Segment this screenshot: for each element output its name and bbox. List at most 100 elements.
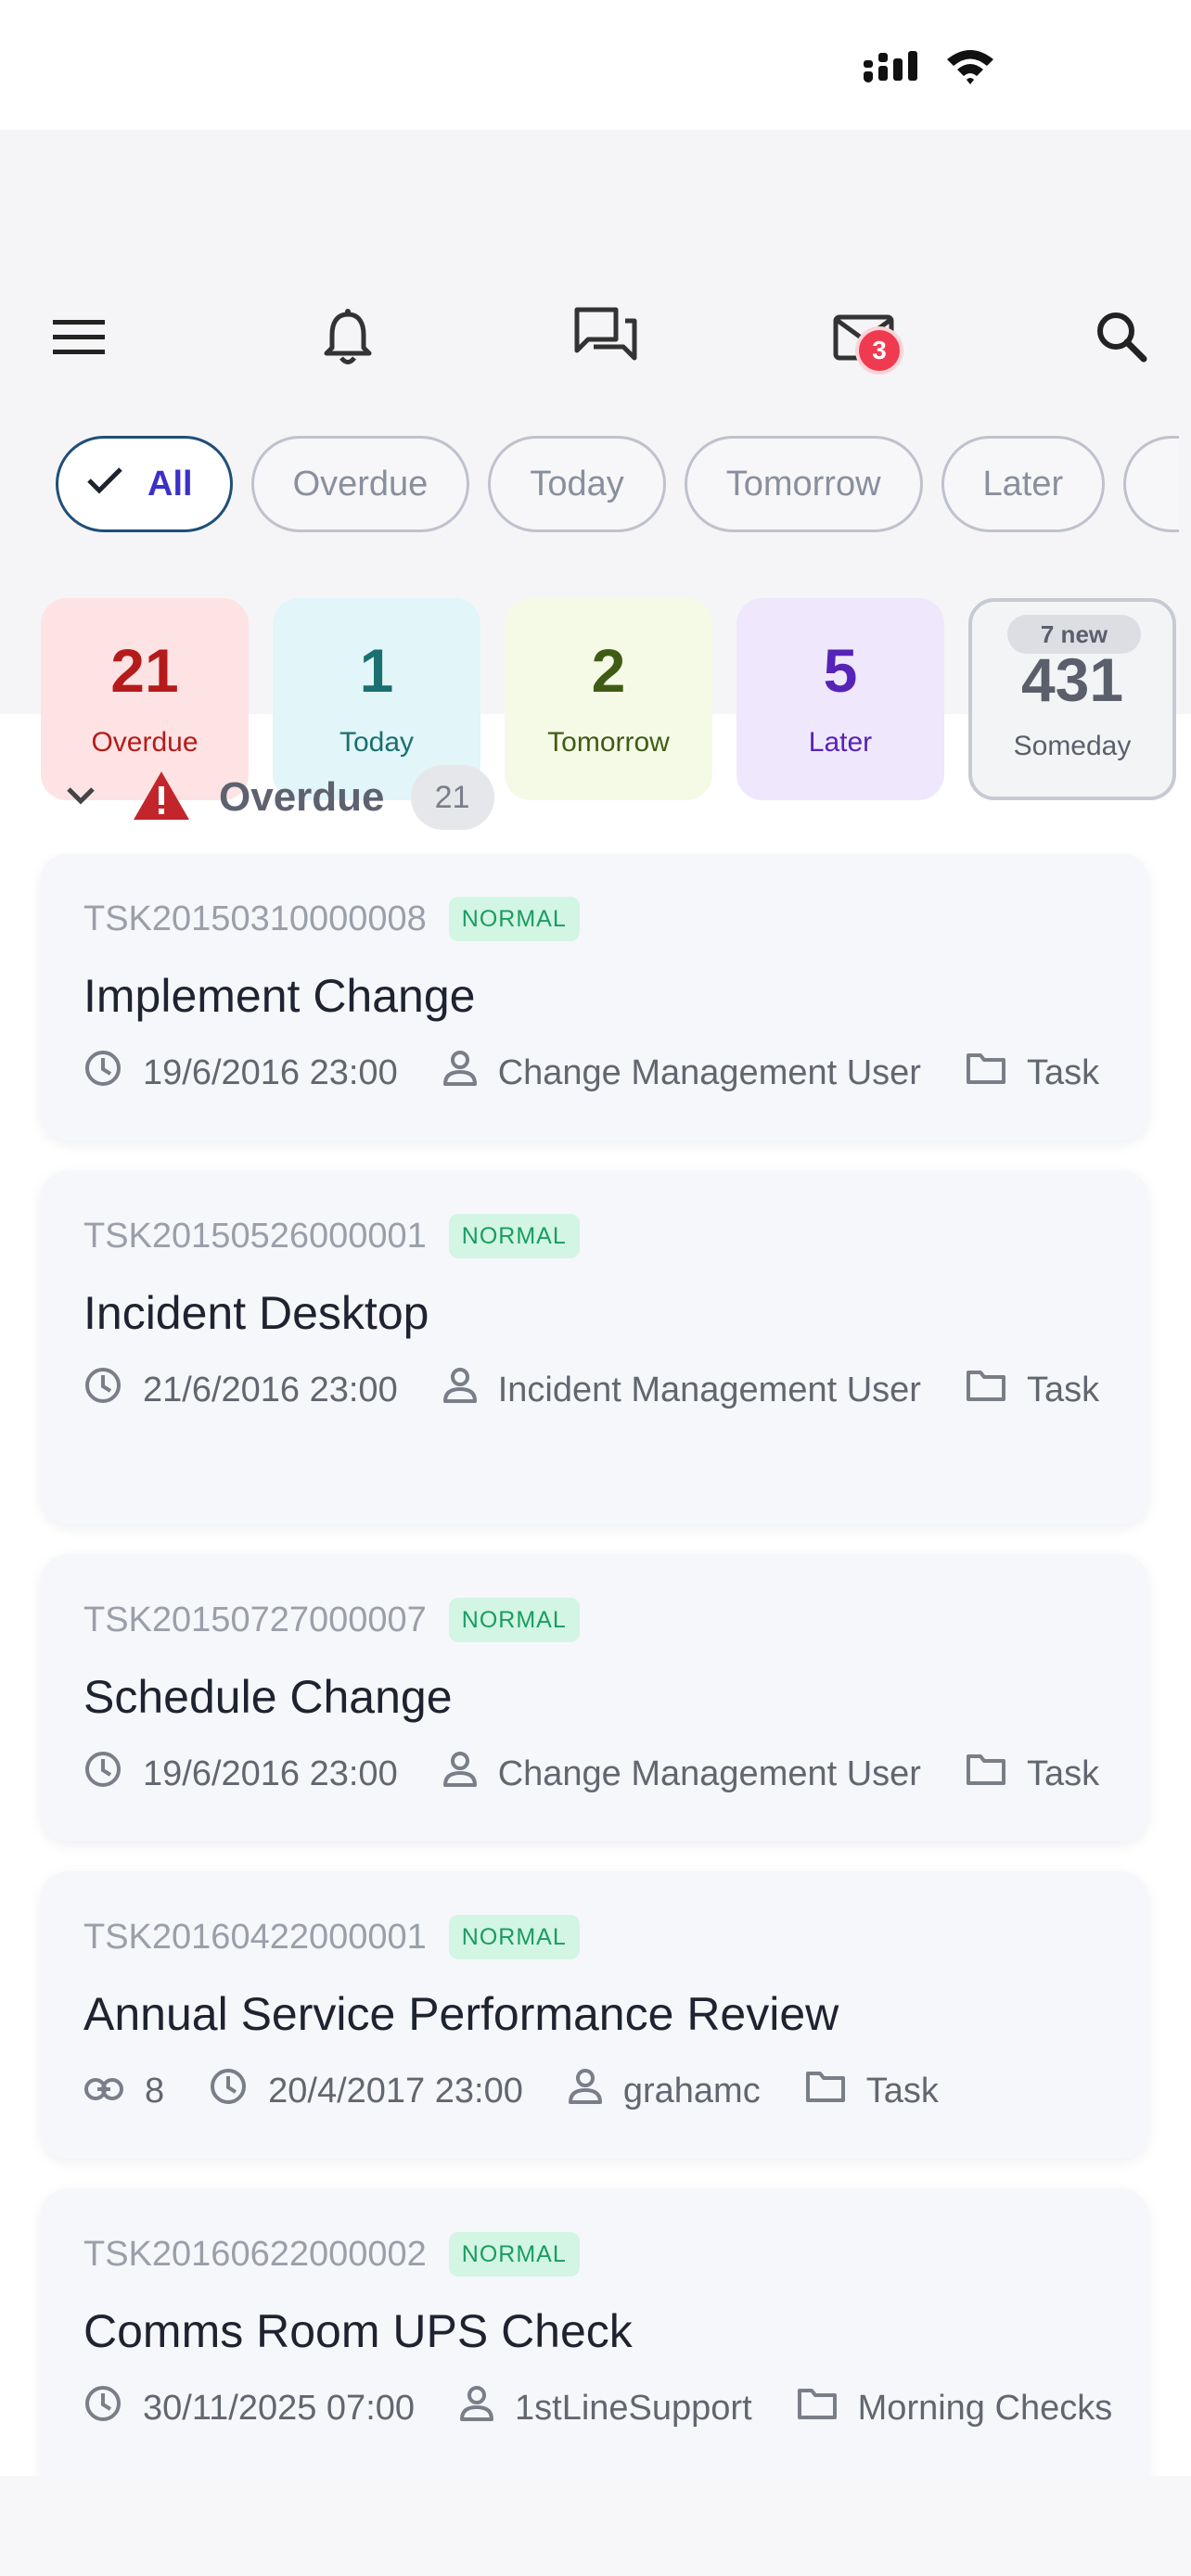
bottom-bar bbox=[0, 2476, 1191, 2576]
category-text: Task bbox=[1026, 1052, 1100, 1092]
inbox-button[interactable]: 3 bbox=[822, 297, 905, 380]
clock-icon bbox=[83, 1366, 143, 1414]
person-icon bbox=[442, 1050, 498, 1096]
folder-icon bbox=[966, 1753, 1027, 1795]
filter-chip-all[interactable]: All bbox=[56, 436, 233, 532]
assignee: Incident Management User bbox=[442, 1368, 921, 1411]
summary-card-tomorrow[interactable]: 2 Tomorrow bbox=[505, 598, 712, 800]
summary-card-later[interactable]: 5 Later bbox=[736, 598, 944, 800]
summary-card-someday[interactable]: 7 new 431 Someday bbox=[968, 598, 1176, 800]
due-date: 19/6/2016 23:00 bbox=[83, 1752, 398, 1795]
priority-badge: NORMAL bbox=[448, 1598, 580, 1642]
link-icon bbox=[83, 2072, 145, 2111]
summary-label: Tomorrow bbox=[547, 727, 670, 758]
task-id: TSK20150310000008 bbox=[83, 899, 427, 938]
assignee: grahamc bbox=[568, 2068, 761, 2114]
filter-chip-later[interactable]: Later bbox=[941, 436, 1106, 532]
summary-label: Someday bbox=[1013, 731, 1132, 761]
clock-icon bbox=[83, 2384, 143, 2432]
assignee: Change Management User bbox=[442, 1050, 921, 1096]
warning-icon bbox=[132, 770, 191, 826]
task-title: Annual Service Performance Review bbox=[83, 1988, 839, 2040]
bell-icon bbox=[322, 307, 374, 371]
category: Task bbox=[966, 1753, 1099, 1795]
filter-chip-label: Tomorrow bbox=[725, 464, 881, 504]
folder-icon bbox=[966, 1052, 1027, 1094]
filter-chip-today[interactable]: Today bbox=[488, 436, 666, 532]
filter-chip-more[interactable] bbox=[1123, 436, 1180, 532]
due-date-text: 19/6/2016 23:00 bbox=[143, 1052, 398, 1092]
clock-icon bbox=[209, 2067, 268, 2115]
assignee: Change Management User bbox=[442, 1751, 921, 1797]
filter-chip-label: Today bbox=[530, 464, 624, 504]
wifi-icon bbox=[944, 46, 996, 90]
task-title: Comms Room UPS Check bbox=[83, 2305, 633, 2357]
chat-bubbles-icon bbox=[573, 306, 638, 372]
task-title: Implement Change bbox=[83, 970, 476, 1022]
task-card[interactable]: TSK20150526000001 NORMAL Incident Deskto… bbox=[41, 1170, 1148, 1524]
filter-chip-label: Overdue bbox=[292, 464, 429, 504]
summary-count: 2 bbox=[591, 636, 626, 705]
summary-count: 431 bbox=[1020, 645, 1124, 714]
menu-button[interactable] bbox=[37, 297, 121, 380]
filter-chip-tomorrow[interactable]: Tomorrow bbox=[684, 436, 923, 532]
task-card[interactable]: TSK20150310000008 NORMAL Implement Chang… bbox=[41, 853, 1148, 1141]
filter-chips: All Overdue Today Tomorrow Later bbox=[56, 436, 1180, 532]
task-list: TSK20150310000008 NORMAL Implement Chang… bbox=[0, 853, 1191, 2476]
due-date-text: 21/6/2016 23:00 bbox=[143, 1370, 398, 1409]
task-id: TSK20150727000007 bbox=[83, 1600, 427, 1639]
task-card[interactable]: TSK20150727000007 NORMAL Schedule Change… bbox=[41, 1554, 1148, 1842]
due-date-text: 30/11/2025 07:00 bbox=[143, 2388, 416, 2428]
assignee-text: Change Management User bbox=[497, 1052, 921, 1092]
task-id: TSK20150526000001 bbox=[83, 1216, 427, 1256]
filter-chip-label: All bbox=[147, 464, 193, 504]
toolbar: 3 bbox=[0, 297, 1191, 380]
search-button[interactable] bbox=[1080, 297, 1163, 380]
task-card[interactable]: TSK20160622000002 NORMAL Comms Room UPS … bbox=[41, 2188, 1148, 2476]
due-date: 20/4/2017 23:00 bbox=[209, 2067, 523, 2115]
task-id: TSK20160422000001 bbox=[83, 1917, 427, 1957]
task-title: Schedule Change bbox=[83, 1671, 453, 1723]
summary-count: 5 bbox=[823, 636, 858, 705]
chevron-down-icon[interactable] bbox=[56, 777, 106, 819]
cellular-signal-icon bbox=[863, 47, 924, 89]
section-count: 21 bbox=[410, 765, 494, 830]
task-id: TSK20160622000002 bbox=[83, 2234, 427, 2274]
folder-icon bbox=[797, 2387, 858, 2429]
section-header-overdue[interactable]: Overdue 21 bbox=[56, 760, 494, 835]
search-icon bbox=[1095, 311, 1147, 367]
category: Morning Checks bbox=[797, 2387, 1113, 2429]
person-icon bbox=[568, 2068, 623, 2114]
summary-label: Today bbox=[339, 727, 415, 758]
category: Task bbox=[805, 2070, 939, 2112]
due-date-text: 19/6/2016 23:00 bbox=[143, 1753, 398, 1793]
folder-icon bbox=[966, 1369, 1027, 1411]
linked-items: 8 bbox=[83, 2070, 164, 2112]
summary-count: 21 bbox=[110, 636, 179, 705]
priority-badge: NORMAL bbox=[448, 1214, 580, 1258]
person-icon bbox=[442, 1751, 498, 1797]
check-icon bbox=[86, 465, 147, 504]
linked-count: 8 bbox=[145, 2071, 165, 2111]
priority-badge: NORMAL bbox=[448, 2232, 580, 2276]
filter-chip-overdue[interactable]: Overdue bbox=[250, 436, 470, 532]
assignee-text: Incident Management User bbox=[497, 1370, 921, 1409]
assignee-text: Change Management User bbox=[497, 1753, 921, 1793]
assignee-text: grahamc bbox=[622, 2071, 761, 2111]
filter-chip-label: Later bbox=[982, 464, 1064, 504]
assignee: 1stLineSupport bbox=[459, 2386, 752, 2429]
task-card[interactable]: TSK20160422000001 NORMAL Annual Service … bbox=[41, 1871, 1148, 2159]
status-bar bbox=[0, 0, 1191, 130]
priority-badge: NORMAL bbox=[448, 1915, 580, 1959]
category-text: Task bbox=[865, 2071, 939, 2111]
notifications-button[interactable] bbox=[306, 297, 390, 380]
task-title: Incident Desktop bbox=[83, 1287, 429, 1339]
category: Task bbox=[966, 1052, 1099, 1094]
new-count-badge: 7 new bbox=[1007, 615, 1141, 654]
chat-button[interactable] bbox=[564, 297, 647, 380]
category: Task bbox=[966, 1369, 1099, 1411]
clock-icon bbox=[83, 1049, 143, 1097]
due-date: 19/6/2016 23:00 bbox=[83, 1049, 398, 1097]
category-text: Morning Checks bbox=[857, 2388, 1113, 2428]
due-date-text: 20/4/2017 23:00 bbox=[268, 2071, 523, 2111]
